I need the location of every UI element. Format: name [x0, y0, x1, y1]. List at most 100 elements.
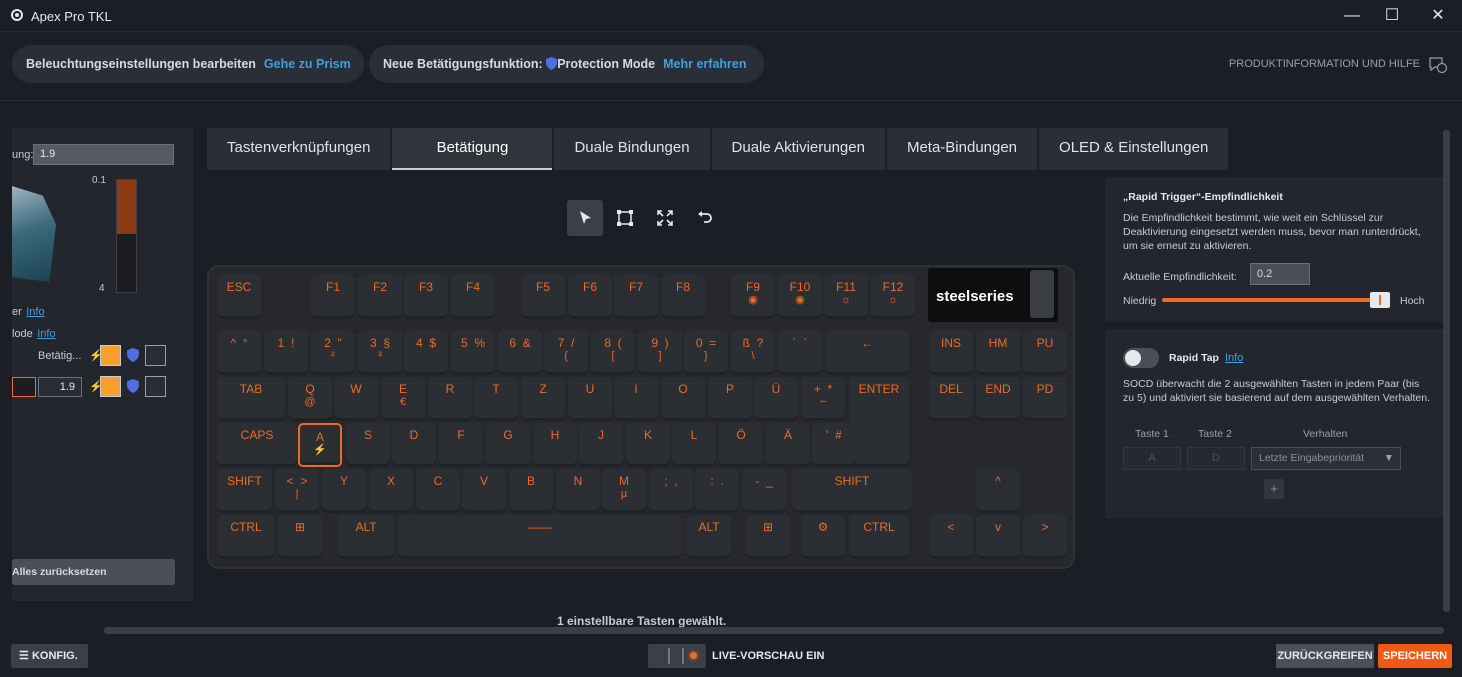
- key[interactable]: Ä: [766, 423, 810, 467]
- key[interactable]: PD: [1023, 377, 1067, 421]
- sensitivity-input[interactable]: 0.2: [1250, 263, 1310, 285]
- rapid-tap-toggle[interactable]: [1123, 348, 1159, 368]
- key[interactable]: F12 ☼: [871, 275, 915, 319]
- tab-actuation[interactable]: Betätigung: [392, 128, 553, 170]
- live-preview-toggle[interactable]: [648, 644, 706, 668]
- sensitivity-slider-thumb[interactable]: [1369, 292, 1390, 308]
- save-button[interactable]: SPEICHERN: [1378, 644, 1452, 668]
- key[interactable]: H: [533, 423, 577, 467]
- key[interactable]: SHIFT: [792, 469, 912, 513]
- vertical-scrollbar[interactable]: [1443, 130, 1450, 612]
- key[interactable]: F3: [404, 275, 448, 319]
- learn-more-link[interactable]: Mehr erfahren: [663, 57, 746, 71]
- tab-dual-bindings[interactable]: Duale Bindungen: [554, 128, 710, 170]
- close-button[interactable]: ✕: [1418, 4, 1458, 28]
- key[interactable]: D: [392, 423, 436, 467]
- key[interactable]: ENTER: [849, 377, 909, 467]
- reset-all-button[interactable]: Alles zurücksetzen: [12, 559, 175, 585]
- key2-slot[interactable]: D: [1187, 447, 1245, 470]
- prism-link[interactable]: Gehe zu Prism: [264, 57, 351, 71]
- row2-input[interactable]: 1.9: [38, 377, 82, 397]
- key[interactable]: X: [369, 469, 413, 513]
- key[interactable]: SHIFT: [217, 469, 272, 513]
- key[interactable]: ALT: [687, 515, 731, 559]
- key[interactable]: ——: [398, 515, 681, 559]
- tab-key-bindings[interactable]: Tastenverknüpfungen: [207, 128, 391, 170]
- key[interactable]: INS: [929, 331, 973, 375]
- key[interactable]: P: [708, 377, 752, 421]
- sensitivity-slider-track[interactable]: [1162, 298, 1384, 302]
- key[interactable]: E €: [381, 377, 425, 421]
- key[interactable]: U: [568, 377, 612, 421]
- key[interactable]: + * ~: [801, 377, 845, 421]
- row1-shield-swatch[interactable]: [145, 345, 166, 366]
- key[interactable]: 2 " ²: [311, 331, 355, 375]
- key[interactable]: 0 =}: [684, 331, 728, 375]
- key[interactable]: Ö: [719, 423, 763, 467]
- key[interactable]: CTRL: [217, 515, 275, 559]
- key[interactable]: 7 /{: [544, 331, 588, 375]
- key[interactable]: F2: [358, 275, 402, 319]
- key[interactable]: v: [976, 515, 1020, 559]
- key[interactable]: Y: [322, 469, 366, 513]
- media-knob[interactable]: [1030, 270, 1054, 318]
- key[interactable]: T: [474, 377, 518, 421]
- key[interactable]: I: [614, 377, 658, 421]
- row2-color-swatch[interactable]: [100, 376, 121, 397]
- key[interactable]: R: [428, 377, 472, 421]
- key[interactable]: ß ? \: [731, 331, 775, 375]
- key[interactable]: TAB: [217, 377, 285, 421]
- info-link-1[interactable]: Info: [26, 306, 44, 318]
- behavior-dropdown[interactable]: Letzte Eingabepriorität ▼: [1251, 447, 1401, 470]
- key[interactable]: W: [334, 377, 378, 421]
- key[interactable]: L: [672, 423, 716, 467]
- key[interactable]: 3 § ³: [358, 331, 402, 375]
- key[interactable]: CAPS: [217, 423, 297, 467]
- key[interactable]: ' #: [812, 423, 856, 467]
- key[interactable]: < > |: [275, 469, 319, 513]
- actuation-depth-bar[interactable]: [116, 179, 137, 293]
- key1-slot[interactable]: A: [1123, 447, 1181, 470]
- info-link-2[interactable]: Info: [37, 328, 55, 340]
- key[interactable]: F9 ◉: [731, 275, 775, 319]
- key[interactable]: 5 %: [451, 331, 495, 375]
- marquee-tool-button[interactable]: [607, 200, 643, 236]
- key[interactable]: <: [929, 515, 973, 559]
- config-button[interactable]: ☰ KONFIG.: [11, 644, 88, 668]
- select-all-button[interactable]: [647, 200, 683, 236]
- key[interactable]: F5: [521, 275, 565, 319]
- add-pair-button[interactable]: +: [1264, 479, 1284, 499]
- tab-oled-settings[interactable]: OLED & Einstellungen: [1039, 128, 1229, 170]
- key[interactable]: B: [509, 469, 553, 513]
- select-tool-button[interactable]: [567, 200, 603, 236]
- key[interactable]: : .: [695, 469, 739, 513]
- key[interactable]: O: [661, 377, 705, 421]
- row2-shield-swatch[interactable]: [145, 376, 166, 397]
- key[interactable]: ; ,: [649, 469, 693, 513]
- key[interactable]: F10 ◉: [778, 275, 822, 319]
- key[interactable]: F4: [451, 275, 495, 319]
- key[interactable]: END: [976, 377, 1020, 421]
- key[interactable]: G: [486, 423, 530, 467]
- key[interactable]: 9 )]: [638, 331, 682, 375]
- key[interactable]: C: [416, 469, 460, 513]
- key[interactable]: ^ °: [217, 331, 261, 375]
- key[interactable]: Z: [521, 377, 565, 421]
- key[interactable]: ⊞: [278, 515, 322, 559]
- key[interactable]: N: [556, 469, 600, 513]
- key[interactable]: PU: [1023, 331, 1067, 375]
- key[interactable]: 6 &: [498, 331, 542, 375]
- key[interactable]: F8: [661, 275, 705, 319]
- key[interactable]: HM: [976, 331, 1020, 375]
- key[interactable]: CTRL: [849, 515, 909, 559]
- revert-button[interactable]: ZURÜCKGREIFEN: [1276, 644, 1374, 668]
- key[interactable]: ^: [976, 469, 1020, 513]
- key[interactable]: S: [346, 423, 390, 467]
- key[interactable]: 8 ([: [591, 331, 635, 375]
- maximize-button[interactable]: ☐: [1372, 4, 1412, 28]
- tab-meta-bindings[interactable]: Meta-Bindungen: [886, 128, 1038, 170]
- row1-color-swatch[interactable]: [100, 345, 121, 366]
- key[interactable]: ⊞: [746, 515, 790, 559]
- key[interactable]: Ü: [754, 377, 798, 421]
- key[interactable]: F: [439, 423, 483, 467]
